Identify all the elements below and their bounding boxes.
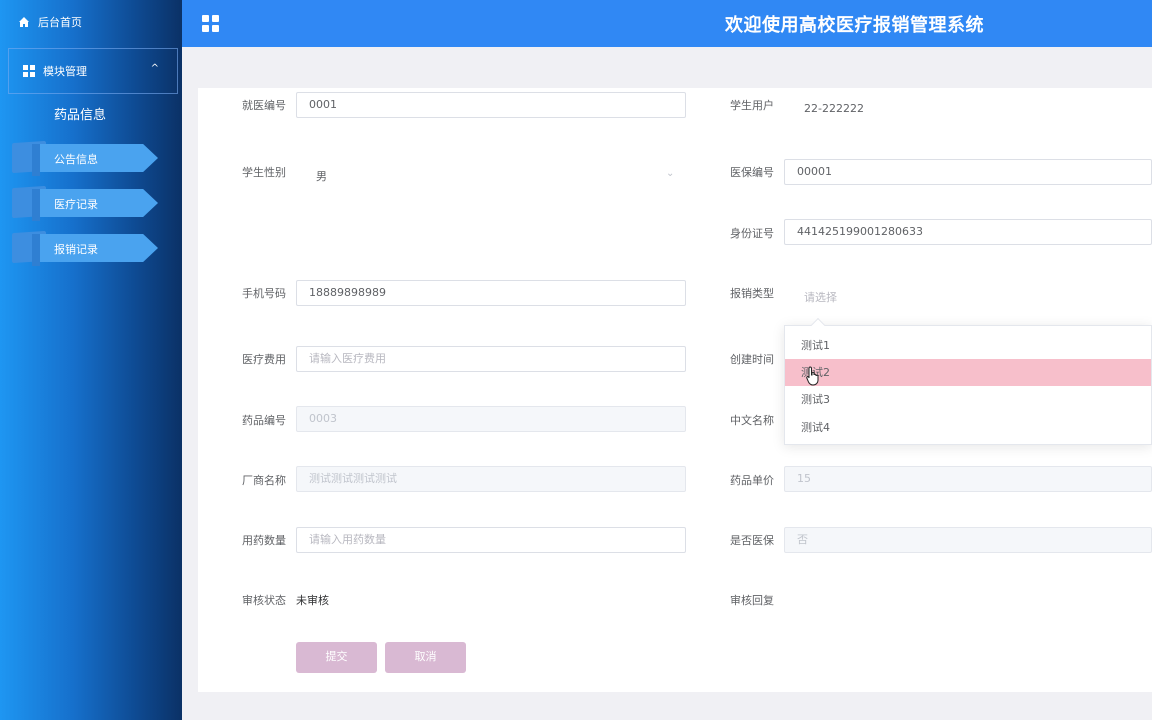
- dropdown-option[interactable]: 测试3: [785, 386, 1151, 413]
- top-header: 欢迎使用高校医疗报销管理系统: [182, 0, 1152, 47]
- visit-no-input[interactable]: 0001: [296, 92, 686, 118]
- grid-icon: [23, 65, 35, 77]
- cancel-button[interactable]: 取消: [385, 642, 466, 673]
- sidebar-subitem-drug-info[interactable]: 药品信息: [54, 104, 106, 123]
- medical-fee-label: 医疗费用: [242, 353, 286, 366]
- audit-reply-label: 审核回复: [730, 594, 774, 607]
- phone-input[interactable]: 18889898989: [296, 280, 686, 306]
- apps-grid-icon[interactable]: [202, 15, 219, 32]
- id-card-input[interactable]: 441425199001280633: [784, 219, 1152, 245]
- is-insured-input: 否: [784, 527, 1152, 553]
- insurance-no-label: 医保编号: [730, 166, 774, 179]
- student-user-value: 22-222222: [804, 102, 864, 115]
- dropdown-option[interactable]: 测试1: [785, 332, 1151, 359]
- is-insured-label: 是否医保: [730, 534, 774, 547]
- medical-fee-input[interactable]: 请输入医疗费用: [296, 346, 686, 372]
- audit-status-value: 未审核: [296, 594, 329, 607]
- gender-select[interactable]: 男: [316, 168, 327, 184]
- drug-no-label: 药品编号: [242, 414, 286, 427]
- hand-cursor-icon: [806, 366, 819, 386]
- id-card-label: 身份证号: [730, 227, 774, 240]
- sidebar-home-label: 后台首页: [38, 16, 82, 29]
- dropdown-option[interactable]: 测试4: [785, 414, 1151, 441]
- sidebar-item-reimbursement-records[interactable]: 报销记录: [12, 230, 158, 266]
- home-icon: [19, 17, 29, 27]
- dropdown-option[interactable]: 测试2: [785, 359, 1151, 386]
- phone-label: 手机号码: [242, 287, 286, 300]
- quantity-input[interactable]: 请输入用药数量: [296, 527, 686, 553]
- sidebar-item-label: 报销记录: [54, 243, 98, 256]
- sidebar: 后台首页 模块管理 ^ 药品信息 公告信息 医疗记录 报销记录: [0, 0, 182, 720]
- submit-button[interactable]: 提交: [296, 642, 377, 673]
- reimburse-type-dropdown: 测试1 测试2 测试3 测试4: [784, 317, 1152, 445]
- student-user-label: 学生用户: [730, 99, 774, 112]
- chevron-up-icon: ^: [150, 63, 159, 74]
- sidebar-item-home[interactable]: 后台首页: [18, 12, 82, 32]
- page-title: 欢迎使用高校医疗报销管理系统: [725, 15, 984, 36]
- quantity-label: 用药数量: [242, 534, 286, 547]
- sidebar-item-label: 公告信息: [54, 153, 98, 166]
- audit-status-label: 审核状态: [242, 594, 286, 607]
- drug-no-input: 0003: [296, 406, 686, 432]
- chevron-down-icon[interactable]: ⌄: [666, 168, 674, 179]
- visit-no-label: 就医编号: [242, 99, 286, 112]
- reimburse-type-select[interactable]: 请选择: [804, 289, 837, 305]
- manufacturer-input: 测试测试测试测试: [296, 466, 686, 492]
- sidebar-item-medical-records[interactable]: 医疗记录: [12, 185, 158, 221]
- unit-price-label: 药品单价: [730, 474, 774, 487]
- gender-label: 学生性别: [242, 166, 286, 179]
- cn-name-label: 中文名称: [730, 414, 774, 427]
- sidebar-item-label: 医疗记录: [54, 198, 98, 211]
- manufacturer-label: 厂商名称: [242, 474, 286, 487]
- insurance-no-input[interactable]: 00001: [784, 159, 1152, 185]
- reimburse-type-label: 报销类型: [730, 287, 774, 300]
- sidebar-item-announcements[interactable]: 公告信息: [12, 140, 158, 176]
- create-time-label: 创建时间: [730, 353, 774, 366]
- sidebar-module-label: 模块管理: [43, 65, 87, 78]
- sidebar-item-module-management[interactable]: 模块管理 ^: [8, 48, 178, 94]
- unit-price-input: 15: [784, 466, 1152, 492]
